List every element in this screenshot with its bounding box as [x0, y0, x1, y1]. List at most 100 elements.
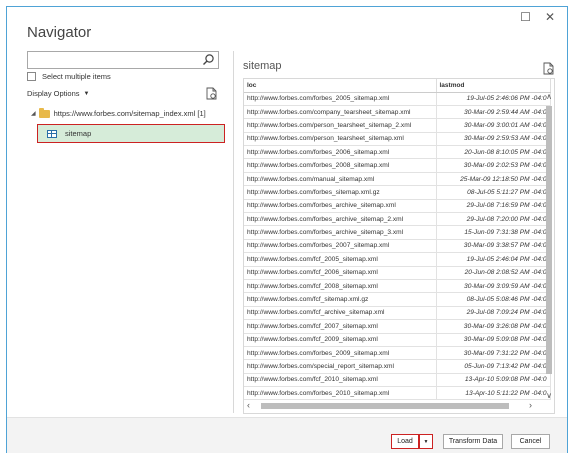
- refresh-icon[interactable]: [206, 87, 218, 100]
- table-row[interactable]: http://www.forbes.com/fcf_sitemap.xml.gz…: [244, 292, 551, 307]
- table-row[interactable]: http://www.forbes.com/fcf_2007_sitemap.x…: [244, 319, 551, 334]
- cell-loc[interactable]: http://www.forbes.com/special_report_sit…: [244, 359, 437, 374]
- cell-lastmod[interactable]: 30-Mar-09 2:59:53 AM -04:0: [436, 132, 551, 147]
- cell-loc[interactable]: http://www.forbes.com/person_tearsheet_s…: [244, 132, 437, 147]
- cell-lastmod[interactable]: 30-Mar-09 3:26:08 PM -04:0: [436, 319, 551, 334]
- cell-loc[interactable]: http://www.forbes.com/fcf_sitemap.xml.gz: [244, 292, 437, 307]
- cell-lastmod[interactable]: 30-Mar-09 7:31:22 PM -04:0: [436, 346, 551, 361]
- load-dropdown-button[interactable]: ▼: [419, 434, 433, 449]
- cell-loc[interactable]: http://www.forbes.com/forbes_archive_sit…: [244, 199, 437, 214]
- column-header-lastmod[interactable]: lastmod: [436, 79, 551, 93]
- table-row[interactable]: http://www.forbes.com/forbes_2007_sitema…: [244, 239, 551, 254]
- table-row[interactable]: http://www.forbes.com/forbes_archive_sit…: [244, 225, 551, 240]
- table-row[interactable]: http://www.forbes.com/forbes_2008_sitema…: [244, 158, 551, 173]
- cell-lastmod[interactable]: 15-Jun-09 7:31:38 PM -04:0: [436, 225, 551, 240]
- cell-lastmod[interactable]: 13-Apr-10 5:09:08 PM -04:0: [436, 373, 551, 388]
- cell-loc[interactable]: http://www.forbes.com/fcf_2005_sitemap.x…: [244, 252, 437, 267]
- preview-grid: loc lastmod http://www.forbes.com/forbes…: [243, 78, 555, 414]
- table-row[interactable]: http://www.forbes.com/forbes_archive_sit…: [244, 212, 551, 227]
- select-multiple-row[interactable]: Select multiple items: [27, 72, 111, 81]
- cell-loc[interactable]: http://www.forbes.com/forbes_2005_sitema…: [244, 92, 437, 106]
- cell-lastmod[interactable]: 30-Mar-09 2:59:44 AM -04:0: [436, 105, 551, 120]
- cell-lastmod[interactable]: 30-Mar-09 5:09:08 PM -04:0: [436, 333, 551, 347]
- tree-item-sitemap[interactable]: sitemap: [37, 124, 225, 143]
- table-row[interactable]: http://www.forbes.com/person_tearsheet_s…: [244, 118, 551, 133]
- vertical-scrollbar[interactable]: ∧ ∨: [544, 92, 554, 400]
- close-icon[interactable]: ✕: [545, 10, 555, 24]
- cell-lastmod[interactable]: 30-Mar-09 3:38:57 PM -04:0: [436, 239, 551, 254]
- cell-lastmod[interactable]: 08-Jul-05 5:11:27 PM -04:0: [436, 185, 551, 200]
- cell-loc[interactable]: http://www.forbes.com/company_tearsheet_…: [244, 105, 437, 120]
- horizontal-scrollbar[interactable]: ‹ ›: [245, 400, 541, 411]
- export-icon[interactable]: [543, 62, 555, 75]
- table-row[interactable]: http://www.forbes.com/forbes_2010_sitema…: [244, 386, 551, 401]
- cancel-button[interactable]: Cancel: [511, 434, 550, 449]
- search-icon[interactable]: [202, 53, 215, 66]
- table-row[interactable]: http://www.forbes.com/fcf_2010_sitemap.x…: [244, 373, 551, 388]
- cell-loc[interactable]: http://www.forbes.com/forbes_archive_sit…: [244, 212, 437, 227]
- cell-lastmod[interactable]: 29-Jul-08 7:16:59 PM -04:0: [436, 199, 551, 214]
- cell-loc[interactable]: http://www.forbes.com/person_tearsheet_s…: [244, 118, 437, 133]
- display-options-label: Display Options: [27, 89, 80, 98]
- table-row[interactable]: http://www.forbes.com/company_tearsheet_…: [244, 105, 551, 120]
- scroll-right-icon[interactable]: ›: [529, 400, 532, 410]
- cell-lastmod[interactable]: 29-Jul-08 7:09:24 PM -04:0: [436, 306, 551, 321]
- cell-lastmod[interactable]: 19-Jul-05 2:46:04 PM -04:0: [436, 252, 551, 267]
- cell-lastmod[interactable]: 08-Jul-05 5:08:46 PM -04:0: [436, 292, 551, 307]
- table-row[interactable]: http://www.forbes.com/forbes_sitemap.xml…: [244, 185, 551, 200]
- table-row[interactable]: http://www.forbes.com/fcf_2005_sitemap.x…: [244, 252, 551, 267]
- cell-loc[interactable]: http://www.forbes.com/manual_sitemap.xml: [244, 172, 437, 187]
- table-row[interactable]: http://www.forbes.com/fcf_2009_sitemap.x…: [244, 333, 551, 347]
- cell-loc[interactable]: http://www.forbes.com/forbes_2009_sitema…: [244, 346, 437, 361]
- cell-loc[interactable]: http://www.forbes.com/fcf_2006_sitemap.x…: [244, 266, 437, 280]
- cell-loc[interactable]: http://www.forbes.com/fcf_archive_sitema…: [244, 306, 437, 321]
- pane-divider[interactable]: [233, 51, 234, 413]
- scroll-down-icon[interactable]: ∨: [544, 391, 554, 400]
- table-row[interactable]: http://www.forbes.com/person_tearsheet_s…: [244, 132, 551, 147]
- cell-loc[interactable]: http://www.forbes.com/forbes_2006_sitema…: [244, 145, 437, 160]
- transform-data-button[interactable]: Transform Data: [443, 434, 503, 449]
- cell-lastmod[interactable]: 30-Mar-09 3:00:01 AM -04:0: [436, 118, 551, 133]
- vertical-scroll-thumb[interactable]: [546, 106, 552, 374]
- horizontal-scroll-thumb[interactable]: [261, 403, 509, 409]
- load-button[interactable]: Load: [391, 434, 419, 449]
- cell-lastmod[interactable]: 05-Jun-09 7:13:42 PM -04:0: [436, 359, 551, 374]
- cell-lastmod[interactable]: 20-Jun-08 2:08:52 AM -04:0: [436, 266, 551, 280]
- table-row[interactable]: http://www.forbes.com/forbes_2005_sitema…: [244, 92, 551, 106]
- cell-lastmod[interactable]: 19-Jul-05 2:46:06 PM -04:0: [436, 92, 551, 106]
- table-row[interactable]: http://www.forbes.com/special_report_sit…: [244, 359, 551, 374]
- cell-lastmod[interactable]: 30-Mar-09 2:02:53 PM -04:0: [436, 158, 551, 173]
- table-row[interactable]: http://www.forbes.com/fcf_2008_sitemap.x…: [244, 279, 551, 294]
- table-row[interactable]: http://www.forbes.com/fcf_2006_sitemap.x…: [244, 266, 551, 280]
- table-header-row: loc lastmod: [244, 79, 551, 93]
- cell-lastmod[interactable]: 25-Mar-09 12:18:50 PM -04:0: [436, 172, 551, 187]
- cell-loc[interactable]: http://www.forbes.com/forbes_archive_sit…: [244, 225, 437, 240]
- column-header-loc[interactable]: loc: [244, 79, 437, 93]
- table-row[interactable]: http://www.forbes.com/forbes_2006_sitema…: [244, 145, 551, 160]
- folder-icon: [38, 107, 50, 118]
- cell-lastmod[interactable]: 30-Mar-09 3:09:59 AM -04:0: [436, 279, 551, 294]
- cell-loc[interactable]: http://www.forbes.com/fcf_2008_sitemap.x…: [244, 279, 437, 294]
- select-multiple-checkbox[interactable]: [27, 72, 36, 81]
- maximize-icon[interactable]: ☐: [520, 10, 531, 24]
- table-row[interactable]: http://www.forbes.com/forbes_archive_sit…: [244, 199, 551, 214]
- cell-lastmod[interactable]: 29-Jul-08 7:20:00 PM -04:0: [436, 212, 551, 227]
- cell-loc[interactable]: http://www.forbes.com/forbes_2007_sitema…: [244, 239, 437, 254]
- cell-loc[interactable]: http://www.forbes.com/fcf_2009_sitemap.x…: [244, 333, 437, 347]
- cell-loc[interactable]: http://www.forbes.com/forbes_2010_sitema…: [244, 386, 437, 401]
- cell-lastmod[interactable]: 20-Jun-08 8:10:05 PM -04:0: [436, 145, 551, 160]
- scroll-up-icon[interactable]: ∧: [544, 92, 554, 101]
- cell-loc[interactable]: http://www.forbes.com/fcf_2010_sitemap.x…: [244, 373, 437, 388]
- table-row[interactable]: http://www.forbes.com/fcf_archive_sitema…: [244, 306, 551, 321]
- cell-lastmod[interactable]: 13-Apr-10 5:11:22 PM -04:0: [436, 386, 551, 401]
- cell-loc[interactable]: http://www.forbes.com/forbes_sitemap.xml…: [244, 185, 437, 200]
- cell-loc[interactable]: http://www.forbes.com/fcf_2007_sitemap.x…: [244, 319, 437, 334]
- cell-loc[interactable]: http://www.forbes.com/forbes_2008_sitema…: [244, 158, 437, 173]
- tree-root-node[interactable]: ◢ https://www.forbes.com/sitemap_index.x…: [31, 107, 206, 118]
- collapse-triangle-icon[interactable]: ◢: [31, 110, 36, 117]
- scroll-left-icon[interactable]: ‹: [247, 400, 250, 410]
- display-options-dropdown[interactable]: Display Options ▼: [27, 89, 89, 98]
- table-row[interactable]: http://www.forbes.com/forbes_2009_sitema…: [244, 346, 551, 361]
- search-input[interactable]: [27, 51, 219, 69]
- table-row[interactable]: http://www.forbes.com/manual_sitemap.xml…: [244, 172, 551, 187]
